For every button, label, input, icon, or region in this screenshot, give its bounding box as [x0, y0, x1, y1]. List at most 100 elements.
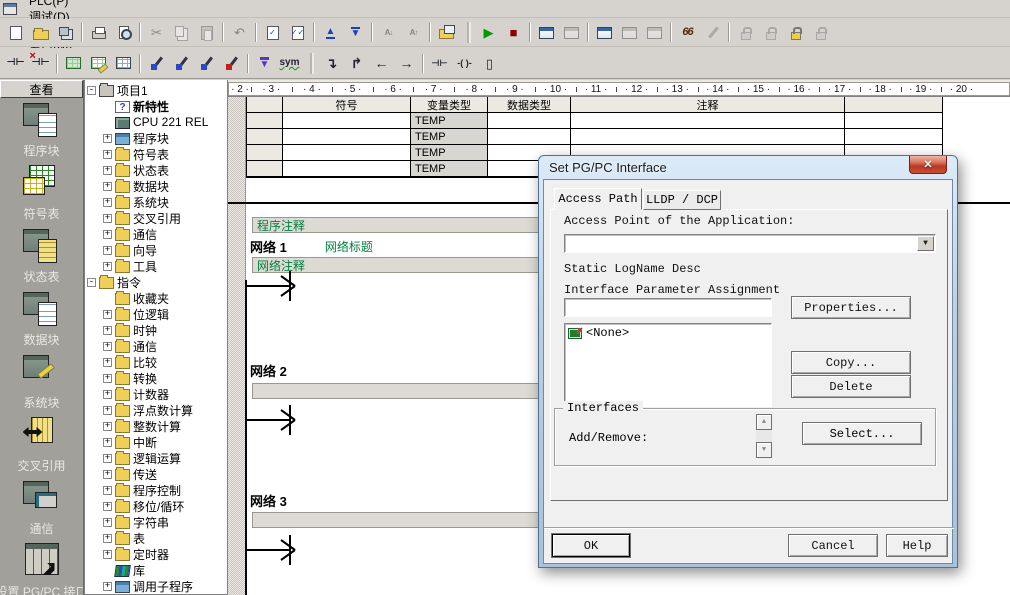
sidebar-item-program-block[interactable]: 程序块 — [0, 98, 83, 161]
sym-addressing-icon-button[interactable]: sym — [277, 52, 302, 75]
tree-item[interactable]: +调用子程序 — [85, 578, 227, 594]
var-type-cell[interactable]: TEMP — [411, 113, 488, 129]
insert-box-icon-button[interactable]: ▯ — [477, 52, 502, 75]
tree-expander-icon[interactable]: + — [103, 262, 112, 271]
tree-item[interactable]: +移位/循环 — [85, 498, 227, 514]
symbol-cell[interactable] — [283, 113, 411, 129]
trend-chart-icon-button[interactable] — [592, 21, 617, 44]
tree-item[interactable]: +比较 — [85, 354, 227, 370]
force-lock-icon-button[interactable] — [733, 21, 758, 44]
download-icon-button[interactable]: ▼ — [343, 21, 368, 44]
cancel-button[interactable]: Cancel — [788, 534, 878, 557]
chart-edit-icon-button[interactable] — [642, 21, 667, 44]
row-header[interactable] — [247, 161, 283, 177]
run-icon-button[interactable]: ▶ — [476, 21, 501, 44]
tree-expander-icon[interactable]: + — [103, 406, 112, 415]
tree-item[interactable]: CPU 221 REL — [85, 114, 227, 130]
upload-icon-button[interactable]: ▲ — [318, 21, 343, 44]
tree-expander-icon[interactable]: + — [103, 390, 112, 399]
var-type-cell[interactable]: TEMP — [411, 129, 488, 145]
tree-item[interactable]: +程序控制 — [85, 482, 227, 498]
tree-item[interactable]: ?新特性 — [85, 98, 227, 114]
tree-item[interactable]: 库 — [85, 562, 227, 578]
properties-button[interactable]: Properties... — [791, 296, 911, 319]
delete-button[interactable]: Delete — [791, 375, 911, 398]
tree-expander-icon[interactable]: + — [103, 470, 112, 479]
tree-item[interactable]: -指令 — [85, 274, 227, 290]
tab-access-path[interactable]: Access Path — [554, 188, 642, 210]
tree-item[interactable]: +定时器 — [85, 546, 227, 562]
tree-item[interactable]: +通信 — [85, 338, 227, 354]
sidebar-item-system-block[interactable]: 系统块 — [0, 350, 83, 413]
tab-lldp-dcp[interactable]: LLDP / DCP — [643, 190, 721, 210]
pen-tool-delete-icon-button[interactable] — [219, 52, 244, 75]
list-item-none[interactable]: <None> — [568, 326, 768, 340]
symbol-cell[interactable] — [283, 161, 411, 177]
delete-network-icon-button[interactable]: ⊣⊢ — [28, 52, 53, 75]
tree-item[interactable]: +字符串 — [85, 514, 227, 530]
window-stack-icon-button[interactable] — [53, 21, 78, 44]
tree-expander-icon[interactable]: + — [103, 358, 112, 367]
tree-expander-icon[interactable]: - — [87, 86, 96, 95]
interface-listbox[interactable]: <None> — [564, 323, 772, 407]
tree-expander-icon[interactable]: + — [103, 214, 112, 223]
copy-icon-button[interactable] — [169, 21, 194, 44]
access-point-combobox[interactable]: ▼ — [564, 234, 936, 253]
symbol-cell[interactable] — [283, 129, 411, 145]
monitor-glasses-icon-button[interactable]: 66 — [675, 21, 700, 44]
tree-item[interactable]: +交叉引用 — [85, 210, 227, 226]
line-right-icon-button[interactable]: → — [394, 52, 419, 75]
tree-expander-icon[interactable]: + — [103, 438, 112, 447]
tree-item[interactable]: +系统块 — [85, 194, 227, 210]
comment-cell[interactable] — [571, 113, 845, 129]
data-type-cell[interactable] — [488, 129, 571, 145]
data-type-cell[interactable] — [488, 113, 571, 129]
tree-item[interactable]: +向导 — [85, 242, 227, 258]
undo-icon-button[interactable]: ↶ — [227, 21, 252, 44]
var-type-cell[interactable]: TEMP — [411, 145, 488, 161]
tree-expander-icon[interactable]: + — [103, 134, 112, 143]
tree-expander-icon[interactable]: + — [103, 182, 112, 191]
filter-symbols-icon-button[interactable]: ▼ — [252, 52, 277, 75]
tree-item[interactable]: +状态表 — [85, 162, 227, 178]
tree-expander-icon[interactable]: + — [103, 246, 112, 255]
read-forced-icon-button[interactable] — [783, 21, 808, 44]
tree-item[interactable]: -项目1 — [85, 82, 227, 98]
sidebar-item-pgpc[interactable]: 设置 PG/PC 接口 — [0, 539, 83, 595]
ok-button[interactable]: OK — [552, 534, 630, 557]
tree-item[interactable]: +传送 — [85, 466, 227, 482]
tree-expander-icon[interactable]: + — [103, 518, 112, 527]
program-status-pause-icon-button[interactable] — [559, 21, 584, 44]
program-status-icon-button[interactable] — [534, 21, 559, 44]
close-icon[interactable]: ✕ — [909, 156, 947, 174]
tree-item[interactable]: +整数计算 — [85, 418, 227, 434]
pen-tool-wave-icon-button[interactable] — [169, 52, 194, 75]
tree-item[interactable]: +浮点数计算 — [85, 402, 227, 418]
tree-expander-icon[interactable]: + — [103, 374, 112, 383]
tree-item[interactable]: +逻辑运算 — [85, 450, 227, 466]
var-type-cell[interactable]: TEMP — [411, 161, 488, 177]
cut-icon-button[interactable]: ✂ — [144, 21, 169, 44]
pen-tool-arrow-icon-button[interactable] — [194, 52, 219, 75]
line-left-icon-button[interactable]: ← — [369, 52, 394, 75]
tree-expander-icon[interactable]: + — [103, 422, 112, 431]
select-button[interactable]: Select... — [802, 422, 922, 445]
row-header[interactable] — [247, 129, 283, 145]
write-pen-icon-button[interactable] — [700, 21, 725, 44]
insert-coil-icon-button[interactable]: -( )- — [452, 52, 477, 75]
compile-all-icon-button[interactable]: ✓✓ — [285, 21, 310, 44]
unforce-lock-icon-button[interactable] — [758, 21, 783, 44]
tree-item[interactable]: +数据块 — [85, 178, 227, 194]
tree-expander-icon[interactable]: + — [103, 342, 112, 351]
tree-item[interactable]: +转换 — [85, 370, 227, 386]
tree-expander-icon[interactable]: + — [103, 454, 112, 463]
tree-expander-icon[interactable]: + — [103, 198, 112, 207]
sidebar-item-cross-ref[interactable]: 交叉引用 — [0, 413, 83, 476]
stop-icon-button[interactable]: ■ — [501, 21, 526, 44]
tree-item[interactable]: +中断 — [85, 434, 227, 450]
chevron-down-icon[interactable]: ▼ — [917, 236, 934, 251]
line-down-icon-button[interactable]: ↴ — [319, 52, 344, 75]
row-header[interactable] — [247, 113, 283, 129]
tree-expander-icon[interactable]: - — [87, 278, 96, 287]
copy-button[interactable]: Copy... — [791, 351, 911, 374]
